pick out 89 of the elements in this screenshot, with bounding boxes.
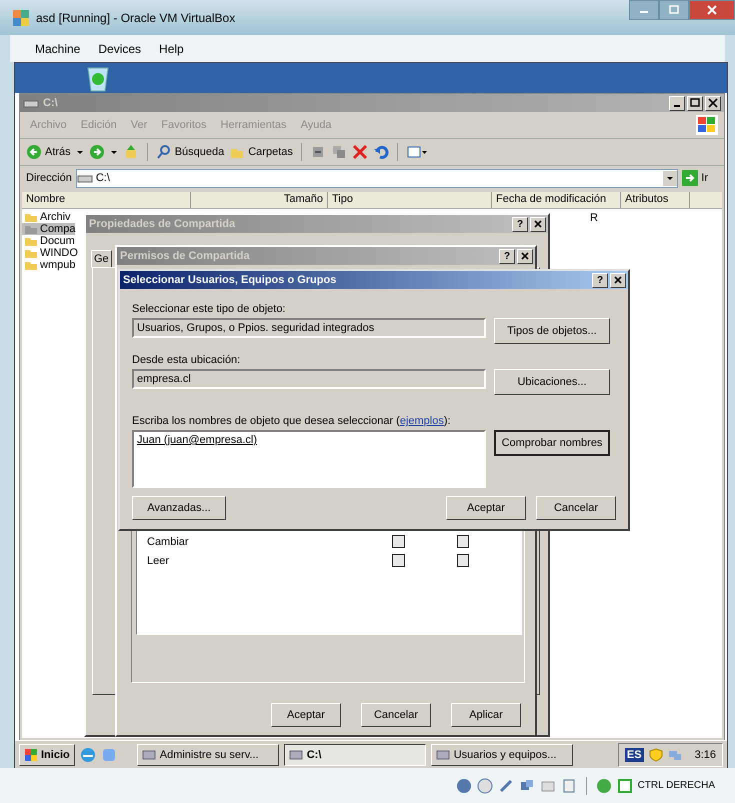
- column-header[interactable]: Nombre: [22, 192, 191, 208]
- menu-item[interactable]: Machine: [35, 42, 80, 56]
- field-label: ):: [444, 415, 451, 427]
- folder-item[interactable]: WINDO: [22, 247, 78, 259]
- close-icon: [614, 276, 622, 284]
- address-value: C:\: [96, 172, 110, 184]
- close-icon: [708, 98, 718, 108]
- folder-icon: [24, 248, 38, 258]
- window-title: asd [Running] - Oracle VM VirtualBox: [36, 10, 236, 24]
- delete-icon[interactable]: [352, 144, 368, 160]
- optical-drive-icon: [476, 778, 493, 794]
- allow-checkbox[interactable]: [392, 554, 405, 567]
- dialog-title: Seleccionar Usuarios, Equipos o Grupos: [123, 274, 336, 286]
- cancel-button[interactable]: Cancelar: [361, 703, 431, 727]
- views-icon[interactable]: [406, 144, 428, 160]
- window-icon: [436, 749, 450, 761]
- dropdown-arrow-icon[interactable]: [110, 148, 118, 156]
- minimize-icon: [674, 105, 680, 107]
- address-label: Dirección: [26, 172, 72, 184]
- windows-logo-icon: [24, 748, 38, 762]
- ok-button[interactable]: Aceptar: [446, 496, 526, 520]
- back-button[interactable]: Atrás: [26, 144, 71, 160]
- folders-button[interactable]: Carpetas: [229, 144, 293, 160]
- window-title: C:\: [43, 97, 58, 109]
- examples-link[interactable]: ejemplos: [400, 415, 444, 427]
- column-header[interactable]: Tamaño: [191, 192, 328, 208]
- window-icon: [142, 749, 156, 761]
- folder-item[interactable]: Compa: [22, 223, 76, 235]
- cancel-button[interactable]: Cancelar: [536, 496, 616, 520]
- close-icon: [706, 5, 718, 15]
- field-label: Desde esta ubicación:: [132, 354, 242, 366]
- field-label: Escriba los nombres de objeto que desea seleccionar (: [132, 415, 400, 427]
- permission-name: Cambiar: [147, 536, 190, 548]
- permission-name: Leer: [147, 554, 170, 566]
- language-indicator[interactable]: ES: [624, 748, 644, 762]
- taskbar-button[interactable]: Administre su serv...: [136, 744, 279, 766]
- folder-item[interactable]: Archiv: [22, 211, 71, 223]
- drive-icon: [23, 98, 39, 108]
- search-button[interactable]: Búsqueda: [156, 144, 224, 160]
- undo-icon[interactable]: [372, 144, 389, 160]
- column-header[interactable]: Atributos: [621, 192, 690, 208]
- object-type-field: Usuarios, Grupos, o Ppios. seguridad integrados: [132, 318, 486, 338]
- folder-item[interactable]: wmpub: [22, 259, 76, 271]
- folder-item[interactable]: Docum: [22, 235, 75, 247]
- taskbar-button[interactable]: C:\: [284, 744, 426, 766]
- dropdown-button[interactable]: [663, 170, 678, 186]
- search-icon: [156, 144, 172, 160]
- maximize-icon: [668, 5, 680, 15]
- taskbar-button[interactable]: Usuarios y equipos...: [430, 744, 573, 766]
- dropdown-arrow-icon: [666, 174, 674, 182]
- close-icon: [534, 220, 542, 228]
- clock: 3:16: [694, 749, 716, 761]
- address-field[interactable]: C:\: [76, 168, 678, 188]
- advanced-button[interactable]: Avanzadas...: [132, 496, 226, 520]
- field-label: Seleccionar este tipo de objeto:: [132, 303, 286, 315]
- allow-checkbox[interactable]: [392, 535, 405, 548]
- maximize-icon: [690, 98, 700, 108]
- start-button[interactable]: Inicio: [19, 744, 75, 766]
- location-field: empresa.cl: [132, 369, 486, 389]
- ok-button[interactable]: Aceptar: [271, 703, 341, 727]
- apply-button[interactable]: Aplicar: [451, 703, 521, 727]
- object-names-field[interactable]: Juan (juan@empresa.cl): [132, 430, 486, 488]
- dialog-title: Permisos de Compartida: [120, 250, 250, 262]
- column-header[interactable]: Fecha de modificación: [492, 192, 621, 208]
- close-icon: [521, 252, 529, 260]
- back-icon: [26, 144, 42, 160]
- tab[interactable]: Ge: [91, 250, 112, 268]
- menu-item[interactable]: Help: [159, 42, 184, 56]
- check-names-button[interactable]: Comprobar nombres: [494, 430, 610, 456]
- dropdown-arrow-icon[interactable]: [76, 148, 84, 156]
- column-header[interactable]: Tipo: [328, 192, 492, 208]
- folder-icon: [24, 260, 38, 270]
- help-button[interactable]: ?: [592, 272, 608, 288]
- browser-icon[interactable]: [80, 747, 96, 763]
- window-icon: [288, 749, 303, 761]
- deny-checkbox[interactable]: [456, 554, 469, 567]
- menu-item[interactable]: Devices: [98, 42, 142, 56]
- dialog-title: Propiedades de Compartida: [89, 218, 236, 230]
- drive-icon: [76, 173, 93, 183]
- go-button[interactable]: Ir: [682, 170, 718, 186]
- folder-icon: [24, 224, 38, 234]
- deny-checkbox[interactable]: [456, 535, 469, 548]
- locations-button[interactable]: Ubicaciones...: [494, 369, 610, 395]
- windows-logo-icon: [696, 115, 718, 135]
- host-key-label: CTRL DERECHA: [638, 780, 715, 791]
- table-cell: R: [590, 212, 598, 224]
- forward-icon[interactable]: [88, 144, 105, 160]
- object-types-button[interactable]: Tipos de objetos...: [494, 318, 610, 344]
- app-icon: [12, 8, 30, 26]
